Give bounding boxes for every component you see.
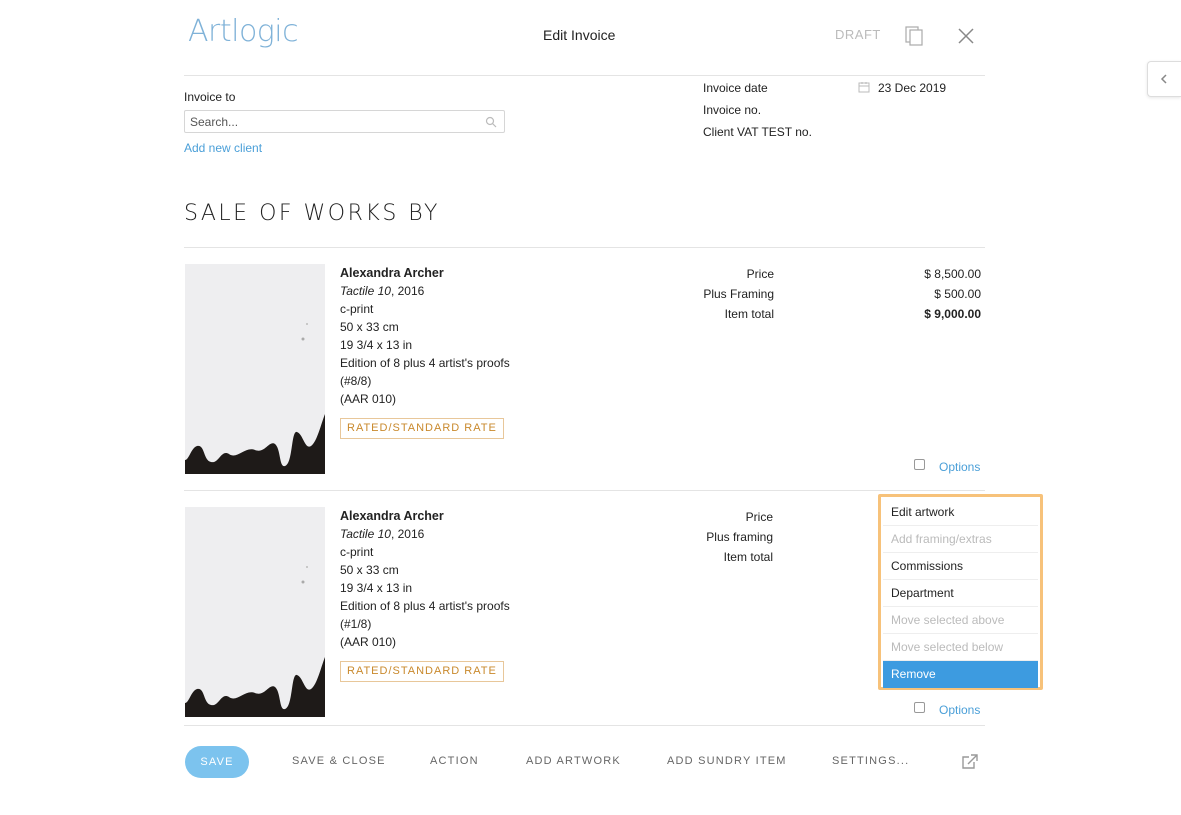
item-total-label: Item total [724, 307, 774, 321]
framing-label: Plus Framing [703, 287, 774, 301]
artwork-medium: c-print [340, 545, 374, 559]
artlogic-logo: Artlogic [188, 14, 299, 49]
client-search-input[interactable] [185, 111, 475, 132]
invoice-date-label: Invoice date [703, 81, 768, 95]
external-link-icon[interactable] [961, 754, 979, 770]
close-icon[interactable] [956, 26, 976, 46]
header: Artlogic Edit Invoice DRAFT [0, 0, 1181, 72]
save-close-button[interactable]: SAVE & CLOSE [292, 755, 386, 767]
artwork-edition: Edition of 8 plus 4 artist's proofs [340, 599, 510, 613]
invoice-date-value[interactable]: 23 Dec 2019 [878, 81, 946, 95]
framing-label: Plus framing [706, 530, 773, 544]
client-vat-label: Client VAT TEST no. [703, 125, 812, 139]
client-search-field[interactable] [184, 110, 505, 133]
artwork-year: , 2016 [390, 284, 425, 298]
status-badge: DRAFT [835, 27, 881, 42]
search-icon [485, 116, 497, 128]
menu-item-remove[interactable]: Remove [883, 661, 1038, 688]
invoice-number-label: Invoice no. [703, 103, 762, 117]
framing-value[interactable]: $ 500.00 [861, 284, 981, 304]
action-button[interactable]: ACTION [430, 755, 479, 767]
artwork-stock-number: (AAR 010) [340, 392, 397, 406]
copy-icon[interactable] [904, 25, 928, 47]
menu-item-commissions[interactable]: Commissions [883, 553, 1038, 580]
artwork-thumbnail[interactable] [185, 507, 325, 717]
options-link[interactable]: Options [939, 460, 980, 474]
divider [184, 725, 985, 726]
calendar-icon[interactable] [858, 81, 870, 93]
artwork-edition: Edition of 8 plus 4 artist's proofs [340, 356, 510, 370]
page-title: Edit Invoice [543, 27, 616, 43]
divider [184, 247, 985, 248]
price-value[interactable]: $ 8,500.00 [861, 264, 981, 284]
price-labels: Price Plus framing Item total [653, 507, 773, 567]
add-sundry-item-button[interactable]: ADD SUNDRY ITEM [667, 755, 787, 767]
menu-item-department[interactable]: Department [883, 580, 1038, 607]
menu-item-add-framing: Add framing/extras [883, 526, 1038, 553]
options-link[interactable]: Options [939, 703, 980, 717]
artwork-thumbnail[interactable] [185, 264, 325, 474]
price-label: Price [745, 510, 773, 524]
options-dropdown-menu: Edit artwork Add framing/extras Commissi… [878, 494, 1043, 690]
item-select-checkbox[interactable] [914, 702, 925, 713]
divider [184, 75, 985, 76]
item-total-value: $ 9,000.00 [924, 307, 981, 321]
artwork-details: Alexandra Archer Tactile 10, 2016 c-prin… [340, 264, 560, 439]
invoice-to-label: Invoice to [184, 90, 236, 104]
artwork-dims-in: 19 3/4 x 13 in [340, 338, 413, 352]
artwork-stock-number: (AAR 010) [340, 635, 397, 649]
artwork-details: Alexandra Archer Tactile 10, 2016 c-prin… [340, 507, 560, 682]
artwork-dims-in: 19 3/4 x 13 in [340, 581, 413, 595]
menu-item-move-above: Move selected above [883, 607, 1038, 634]
price-labels: Price Plus Framing Item total [654, 264, 774, 324]
save-button[interactable]: SAVE [185, 746, 249, 778]
rate-badge: RATED/STANDARD RATE [340, 661, 504, 682]
artwork-year: , 2016 [390, 527, 425, 541]
section-title: SALE OF WORKS BY [184, 201, 440, 226]
artwork-edition-number: (#8/8) [340, 374, 372, 388]
artwork-title: Tactile 10 [340, 527, 391, 541]
settings-button[interactable]: SETTINGS... [832, 755, 909, 767]
price-values: $ 8,500.00 $ 500.00 $ 9,000.00 [861, 264, 981, 324]
side-panel-toggle[interactable] [1147, 61, 1181, 97]
divider [184, 490, 985, 491]
price-label: Price [746, 267, 774, 281]
artwork-medium: c-print [340, 302, 374, 316]
artwork-title: Tactile 10 [340, 284, 391, 298]
chevron-left-icon [1160, 74, 1167, 84]
add-new-client-link[interactable]: Add new client [184, 141, 262, 155]
artwork-edition-number: (#1/8) [340, 617, 372, 631]
artist-name: Alexandra Archer [340, 266, 444, 280]
artist-name: Alexandra Archer [340, 509, 444, 523]
item-select-checkbox[interactable] [914, 459, 925, 470]
artwork-dims-cm: 50 x 33 cm [340, 563, 399, 577]
item-total-label: Item total [723, 550, 773, 564]
rate-badge: RATED/STANDARD RATE [340, 418, 504, 439]
add-artwork-button[interactable]: ADD ARTWORK [526, 755, 621, 767]
menu-item-move-below: Move selected below [883, 634, 1038, 661]
artwork-dims-cm: 50 x 33 cm [340, 320, 399, 334]
menu-item-edit-artwork[interactable]: Edit artwork [883, 499, 1038, 526]
